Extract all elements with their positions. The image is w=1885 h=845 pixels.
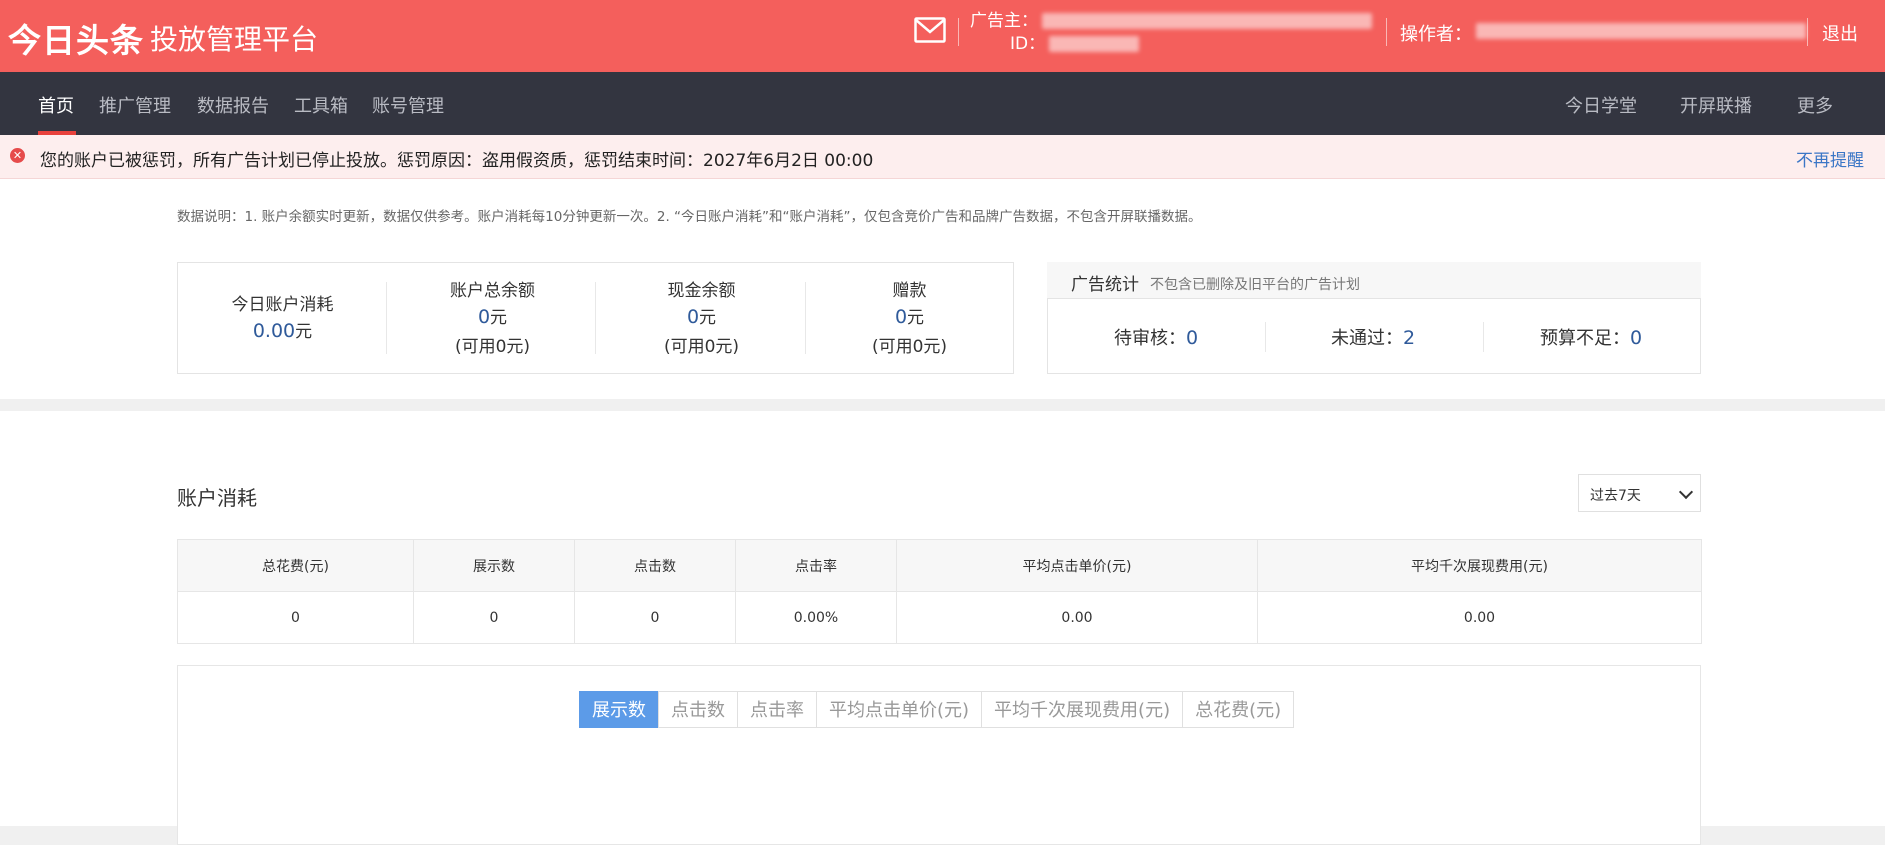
budget-short-count: 0 — [1630, 327, 1643, 349]
advertiser-info: 广告主： ID： — [970, 10, 1372, 56]
cell-total-cost: 0 — [177, 591, 414, 644]
cash-balance: 现金余额 0元 (可用0元) — [619, 276, 784, 357]
cell-ctr: 0.00% — [735, 591, 897, 644]
nav-splash[interactable]: 开屏联播 — [1680, 92, 1752, 118]
today-spend-value: 0.00 — [252, 320, 296, 342]
cell-clicks: 0 — [574, 591, 736, 644]
nav-reports[interactable]: 数据报告 — [197, 92, 269, 118]
cell-avg-cpm: 0.00 — [1257, 591, 1702, 644]
logout-button[interactable]: 退出 — [1822, 20, 1858, 46]
rejected-stat[interactable]: 未通过：2 — [1331, 324, 1415, 350]
date-range-value: 过去7天 — [1590, 488, 1641, 504]
operator-label: 操作者： — [1400, 24, 1472, 45]
nav-more[interactable]: 更多 — [1797, 92, 1833, 118]
today-spend-unit: 元 — [295, 322, 313, 342]
nav-toolbox[interactable]: 工具箱 — [294, 92, 348, 118]
tab-total-cost[interactable]: 总花费(元) — [1182, 691, 1295, 728]
table-header-row: 总花费(元) 展示数 点击数 点击率 平均点击单价(元) 平均千次展现费用(元) — [177, 539, 1702, 592]
advertiser-id-redacted — [1049, 36, 1140, 52]
top-header: 今日头条 投放管理平台 广告主： ID： 操作者： 退出 — [0, 0, 1885, 72]
total-balance-label: 账户总余额 — [450, 281, 535, 301]
metric-tabs: 展示数 点击数 点击率 平均点击单价(元) 平均千次展现费用(元) 总花费(元) — [579, 691, 1295, 728]
tab-impressions[interactable]: 展示数 — [579, 691, 659, 728]
budget-short-stat[interactable]: 预算不足：0 — [1540, 324, 1642, 350]
col-total-cost: 总花费(元) — [177, 539, 414, 592]
col-avg-cpc: 平均点击单价(元) — [896, 539, 1258, 592]
mail-icon[interactable] — [914, 17, 946, 43]
nav-school[interactable]: 今日学堂 — [1565, 92, 1637, 118]
cash-balance-label: 现金余额 — [667, 281, 736, 301]
total-balance-unit: 元 — [490, 308, 508, 328]
cash-balance-value: 0 — [686, 306, 700, 328]
column-divider — [386, 282, 387, 354]
table-row: 0 0 0 0.00% 0.00 0.00 — [177, 591, 1702, 644]
gift-balance: 赠款 0元 (可用0元) — [827, 276, 992, 357]
advertiser-name-redacted — [1042, 13, 1372, 29]
cell-impressions: 0 — [413, 591, 575, 644]
tab-avg-cpm[interactable]: 平均千次展现费用(元) — [981, 691, 1184, 728]
dismiss-alert-link[interactable]: 不再提醒 — [1796, 146, 1864, 171]
today-spend: 今日账户消耗 0.00元 — [200, 290, 365, 342]
column-divider — [1265, 322, 1266, 352]
main-nav: 首页 推广管理 数据报告 工具箱 账号管理 今日学堂 开屏联播 更多 — [0, 72, 1885, 135]
tab-avg-cpc[interactable]: 平均点击单价(元) — [816, 691, 983, 728]
today-spend-label: 今日账户消耗 — [231, 295, 334, 315]
nav-account[interactable]: 账号管理 — [372, 92, 444, 118]
date-range-select[interactable]: 过去7天 — [1578, 474, 1701, 512]
cash-balance-available: (可用0元) — [663, 337, 740, 357]
nav-promotion[interactable]: 推广管理 — [99, 92, 171, 118]
col-ctr: 点击率 — [735, 539, 897, 592]
toutiao-logo[interactable]: 今日头条 — [8, 14, 144, 62]
ad-stats-header — [1047, 262, 1701, 299]
id-label: ID： — [1010, 34, 1046, 54]
budget-short-label: 预算不足： — [1540, 328, 1630, 349]
operator-name-redacted — [1476, 23, 1806, 39]
error-icon: ✕ — [10, 148, 25, 163]
platform-title: 投放管理平台 — [150, 23, 319, 56]
data-notice: 数据说明：1. 账户余额实时更新，数据仅供参考。账户消耗每10分钟更新一次。2.… — [177, 209, 1202, 225]
tab-clicks[interactable]: 点击数 — [658, 691, 738, 728]
gift-balance-label: 赠款 — [892, 281, 927, 301]
header-divider — [1386, 18, 1387, 46]
header-divider — [1807, 18, 1808, 46]
column-divider — [805, 282, 806, 354]
col-impressions: 展示数 — [413, 539, 575, 592]
total-balance-available: (可用0元) — [454, 337, 531, 357]
gift-balance-unit: 元 — [907, 308, 925, 328]
column-divider — [595, 282, 596, 354]
total-balance: 账户总余额 0元 (可用0元) — [410, 276, 575, 357]
rejected-label: 未通过： — [1331, 328, 1403, 349]
consumption-table: 总花费(元) 展示数 点击数 点击率 平均点击单价(元) 平均千次展现费用(元)… — [177, 539, 1702, 644]
gift-balance-available: (可用0元) — [871, 337, 948, 357]
rejected-count: 2 — [1403, 327, 1416, 349]
col-avg-cpm: 平均千次展现费用(元) — [1257, 539, 1702, 592]
ad-stats-title: 广告统计 — [1071, 275, 1139, 295]
pending-review-count: 0 — [1186, 327, 1199, 349]
pending-review-stat[interactable]: 待审核：0 — [1114, 324, 1198, 350]
cell-avg-cpc: 0.00 — [896, 591, 1258, 644]
consumption-title: 账户消耗 — [177, 486, 257, 510]
gift-balance-value: 0 — [894, 306, 908, 328]
ad-stats-note: 不包含已删除及旧平台的广告计划 — [1150, 277, 1360, 293]
col-clicks: 点击数 — [574, 539, 736, 592]
tab-ctr[interactable]: 点击率 — [737, 691, 817, 728]
chevron-down-icon — [1678, 484, 1694, 500]
total-balance-value: 0 — [477, 306, 491, 328]
nav-home[interactable]: 首页 — [38, 92, 74, 118]
operator-info: 操作者： — [1400, 20, 1806, 46]
advertiser-label: 广告主： — [970, 11, 1038, 31]
pending-review-label: 待审核： — [1114, 328, 1186, 349]
column-divider — [1483, 322, 1484, 352]
header-divider — [958, 18, 959, 46]
cash-balance-unit: 元 — [699, 308, 717, 328]
penalty-message: 您的账户已被惩罚，所有广告计划已停止投放。惩罚原因：盗用假资质，惩罚结束时间：2… — [40, 151, 874, 171]
